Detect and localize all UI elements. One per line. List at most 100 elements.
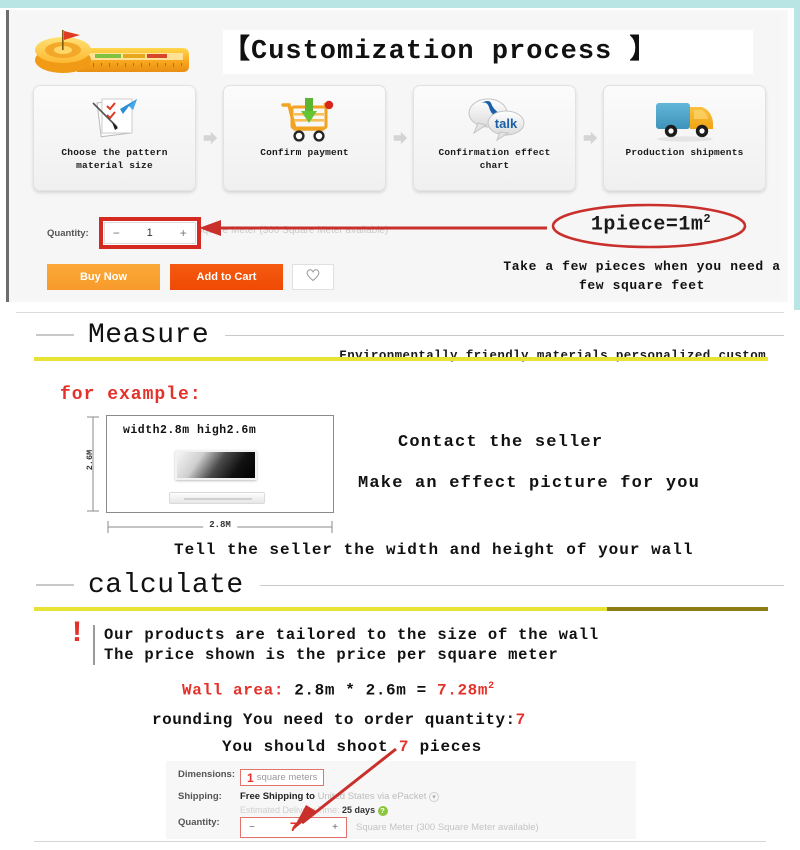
wall-area-label: Wall area: (182, 681, 285, 700)
heading-rule-left (36, 584, 74, 586)
quantity-decrement-button[interactable]: − (113, 226, 120, 240)
warning-block: ! Our products are tailored to the size … (68, 617, 599, 665)
form-quantity-increment-button[interactable]: + (332, 822, 338, 833)
height-dimension: 2.6M (84, 415, 102, 513)
step-label: Choose the pattern material size (61, 147, 168, 171)
shipping-method: Free Shipping to United States via ePack… (240, 791, 440, 802)
form-quantity-value[interactable]: 7 (290, 820, 298, 835)
heart-icon (305, 268, 321, 287)
step-label: Production shipments (625, 147, 744, 158)
chat-talk-bubble-icon: talk (462, 91, 528, 146)
shoot-suffix: pieces (409, 738, 483, 756)
form-quantity-stepper[interactable]: − 7 + (241, 818, 346, 837)
question-mark-icon[interactable]: ? (377, 806, 388, 816)
form-quantity-label: Quantity: (178, 817, 220, 828)
dimensions-unit: square meters (256, 772, 318, 783)
heading-rule-right (225, 334, 784, 336)
wall-area-formula: Wall area: 2.8m * 2.6m = 7.28m2 (182, 681, 495, 699)
step-label: Confirm payment (260, 147, 349, 158)
wall-area-expression: 2.8m * 2.6m = (294, 681, 427, 700)
page-title: 【Customization process 】 (223, 30, 753, 74)
warning-line-1: Our products are tailored to the size of… (104, 626, 599, 644)
calculate-heading: calculate (88, 569, 244, 601)
shipping-destination: United States via ePacket (317, 791, 427, 802)
dimensions-row: Dimensions: 1 square meters (178, 769, 325, 786)
shipping-label: Shipping: (178, 791, 222, 802)
callout-main-text: 1piece=1m (590, 213, 704, 237)
quantity-label: Quantity: (47, 227, 89, 239)
warning-line-2: The price shown is the price per square … (104, 646, 559, 664)
width-dimension: 2.8M (106, 519, 334, 535)
room-dimensions-caption: width2.8m high2.6m (123, 424, 257, 437)
shopping-cart-download-icon (272, 91, 338, 146)
quantity-highlight-box: − 1 + (98, 217, 201, 249)
tv-stand-icon (169, 492, 265, 504)
step-card-confirmation-effect[interactable]: talk Confirmation effect chart (413, 85, 576, 191)
form-quantity-note: Square Meter (300 Square Meter available… (356, 822, 539, 833)
step-card-production-shipments[interactable]: Production shipments (603, 85, 766, 191)
dimensions-input[interactable]: 1 square meters (240, 769, 325, 786)
measure-yellow-bar (34, 357, 768, 361)
callout-arrow-icon (197, 216, 557, 240)
calculate-heading-wrap: calculate (16, 563, 784, 611)
calculate-heading-row: calculate (16, 563, 784, 607)
dimensions-label: Dimensions: (178, 769, 236, 780)
tell-seller-text: Tell the seller the width and height of … (174, 541, 694, 559)
television-icon (175, 450, 257, 480)
width-dimension-label: 2.8M (203, 520, 237, 530)
wishlist-button[interactable] (292, 264, 334, 290)
delivery-truck-icon (652, 91, 718, 146)
form-quantity-row: Quantity: − 7 + Square Meter (300 Square… (178, 817, 539, 838)
dimensions-value: 1 (247, 770, 254, 785)
rounding-text: rounding You need to order quantity:7 (152, 711, 526, 729)
calculate-yellow-bar (34, 607, 768, 611)
height-dimension-label: 2.6M (85, 449, 96, 471)
chevron-down-icon[interactable]: ▾ (429, 792, 440, 802)
contact-seller-text: Contact the seller (398, 433, 604, 452)
quantity-stepper[interactable]: − 1 + (103, 222, 196, 244)
heading-rule-right (259, 584, 784, 586)
shoot-pieces-text: You should shoot 7 pieces (222, 738, 482, 756)
customization-process-panel: 【Customization process 】 Choose the patt… (6, 10, 788, 302)
form-quantity-highlight: − 7 + (240, 817, 347, 838)
form-quantity-decrement-button[interactable]: − (249, 822, 255, 833)
process-steps: Choose the pattern material size Confirm… (33, 84, 769, 192)
wall-area-superscript: 2 (488, 681, 495, 692)
delivery-value: 25 days (342, 805, 376, 815)
take-few-pieces-note: Take a few pieces when you need a few sq… (503, 259, 781, 293)
room-diagram: 2.6M width2.8m high2.6m 2.8M (68, 415, 348, 537)
measure-heading: Measure (88, 319, 210, 351)
shipping-details: Free Shipping to United States via ePack… (240, 791, 440, 816)
quantity-value[interactable]: 1 (147, 227, 153, 239)
callout-superscript: 2 (703, 212, 712, 226)
rounding-label: rounding You need to order quantity: (152, 711, 516, 729)
step-label: Confirmation effect chart (438, 147, 551, 171)
rounding-quantity: 7 (515, 711, 526, 729)
bottom-divider (34, 841, 766, 842)
shoot-quantity: 7 (398, 738, 410, 756)
buy-now-button[interactable]: Buy Now (47, 264, 160, 290)
piece-equals-callout: 1piece=1m2 (571, 212, 731, 237)
measuring-tape-icon (33, 26, 198, 78)
delivery-label: Estimated Delivery Time: (240, 805, 340, 815)
delivery-estimate: Estimated Delivery Time: 25 days ? (240, 805, 439, 816)
wall-area-result: 7.28m (437, 681, 489, 700)
shoot-prefix: You should shoot (222, 738, 399, 756)
step-card-choose-pattern[interactable]: Choose the pattern material size (33, 85, 196, 191)
top-teal-border (0, 0, 800, 8)
right-arrow-icon (576, 129, 603, 147)
measure-calculate-panel: Measure Environmentally friendly materia… (16, 312, 784, 842)
process-header: 【Customization process 】 (33, 26, 753, 78)
quantity-row: Quantity: − 1 + (47, 217, 201, 249)
exclamation-icon: ! (68, 617, 87, 651)
warning-divider (93, 625, 96, 665)
quantity-increment-button[interactable]: + (180, 226, 187, 240)
svg-text:talk: talk (494, 116, 517, 131)
order-form-panel: Dimensions: 1 square meters Shipping: Fr… (166, 761, 636, 839)
right-teal-border (794, 0, 800, 310)
shipping-free-text: Free Shipping to (240, 791, 315, 802)
make-effect-picture-text: Make an effect picture for you (358, 474, 701, 493)
for-example-label: for example: (60, 385, 202, 405)
step-card-confirm-payment[interactable]: Confirm payment (223, 85, 386, 191)
add-to-cart-button[interactable]: Add to Cart (170, 264, 283, 290)
